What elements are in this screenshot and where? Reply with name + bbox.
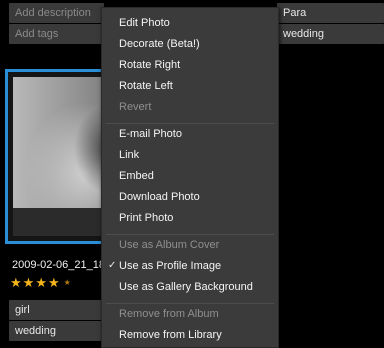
star-empty-icon[interactable]: ★ xyxy=(64,278,72,287)
photo-tag-girl[interactable]: girl xyxy=(9,300,104,320)
star-icon[interactable]: ★ xyxy=(35,276,48,291)
tags-field[interactable]: Add tags xyxy=(9,24,104,44)
menu-item-embed[interactable]: Embed xyxy=(102,166,278,186)
menu-item-use-as-album-cover: Use as Album Cover xyxy=(119,239,220,251)
menu-item-rotate-left[interactable]: Rotate Left xyxy=(102,76,278,96)
rating-stars[interactable]: ★★★★ ★ xyxy=(10,276,72,291)
menu-item-email-photo[interactable]: E-mail Photo xyxy=(102,124,278,144)
menu-item-use-as-gallery-background[interactable]: Use as Gallery Background xyxy=(102,277,278,297)
menu-item-rotate-right[interactable]: Rotate Right xyxy=(102,55,278,75)
photo-filename: 2009-02-06_21_18_ xyxy=(12,259,112,271)
menu-item-edit-photo[interactable]: Edit Photo xyxy=(102,13,278,33)
menu-item-label: Use as Profile Image xyxy=(119,260,222,272)
menu-item-use-as-profile-image[interactable]: ✓ Use as Profile Image xyxy=(102,256,278,276)
description-field[interactable]: Add description xyxy=(9,3,104,23)
menu-item-remove-from-album: Remove from Album xyxy=(119,308,219,320)
tag-field-wedding[interactable]: wedding xyxy=(277,24,384,44)
menu-item-decorate[interactable]: Decorate (Beta!) xyxy=(102,34,278,54)
photo-context-menu: Edit Photo Decorate (Beta!) Rotate Right… xyxy=(101,7,279,348)
menu-item-link[interactable]: Link xyxy=(102,145,278,165)
menu-item-revert: Revert xyxy=(119,101,152,113)
menu-item-download-photo[interactable]: Download Photo xyxy=(102,187,278,207)
menu-item-remove-from-library[interactable]: Remove from Library xyxy=(102,325,278,345)
star-icon[interactable]: ★ xyxy=(10,276,23,291)
checkmark-icon: ✓ xyxy=(108,260,117,271)
star-icon[interactable]: ★ xyxy=(23,276,36,291)
tag-field-para[interactable]: Para xyxy=(277,3,384,23)
star-icon[interactable]: ★ xyxy=(48,276,61,291)
photo-tag-wedding[interactable]: wedding xyxy=(9,321,104,341)
menu-item-print-photo[interactable]: Print Photo xyxy=(102,208,278,228)
